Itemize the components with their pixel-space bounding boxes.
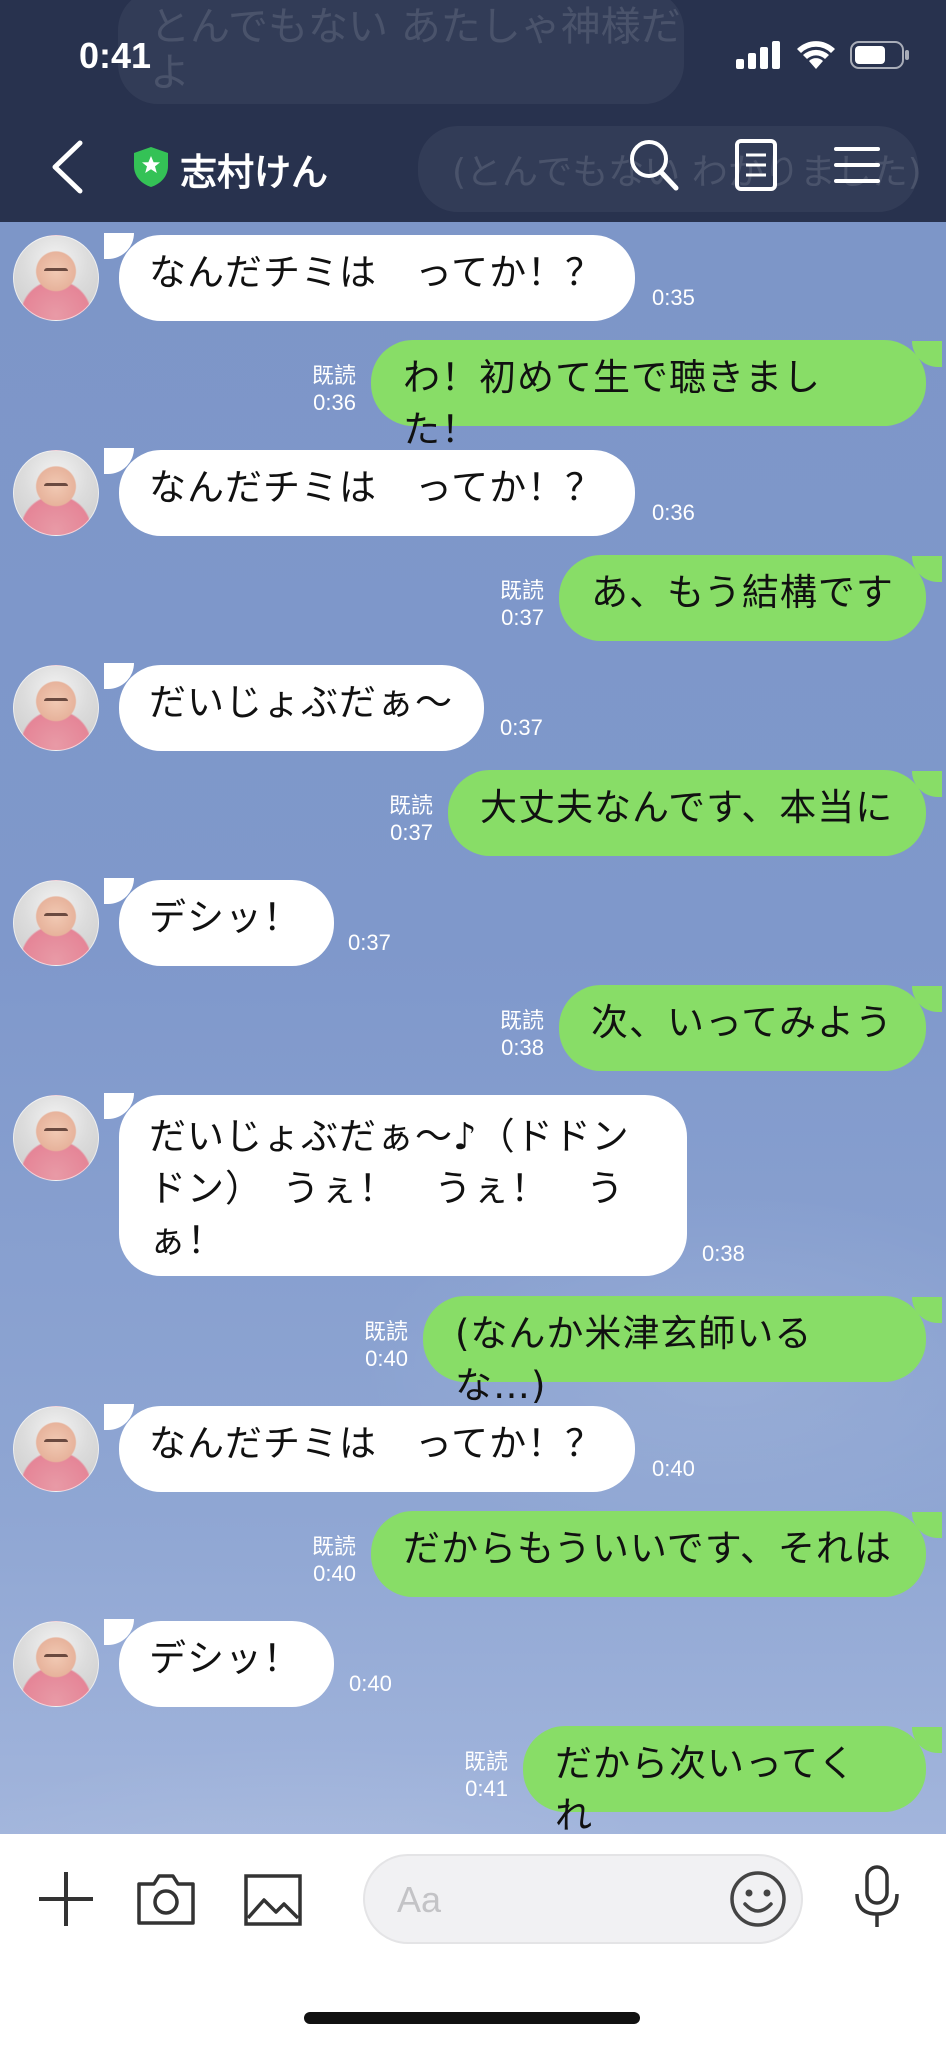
read-status: 既読 bbox=[499, 1008, 544, 1033]
message-bubble[interactable]: だいじょぶだぁ〜♪（ドドン ドン） うぇ！ うぇ！ う ぁ！ bbox=[119, 1095, 687, 1276]
input-bar bbox=[0, 1834, 946, 2048]
ghost-text: とんでもない あたしゃ神様だ bbox=[150, 4, 681, 50]
message-time: 0:37 bbox=[500, 715, 543, 740]
message-bubble[interactable]: デシッ！ bbox=[119, 1621, 334, 1707]
avatar[interactable] bbox=[13, 1095, 99, 1181]
battery-icon bbox=[850, 41, 909, 69]
message-bubble[interactable]: (なんか米津玄師いるな…) bbox=[423, 1296, 926, 1407]
chat-title[interactable]: 志村けん bbox=[180, 142, 328, 196]
message-time: 0:37 bbox=[348, 930, 391, 955]
status-time: 0:41 bbox=[79, 35, 152, 76]
message-line: だいじょぶだぁ〜♪（ドドン bbox=[149, 1115, 630, 1158]
message-input-box[interactable] bbox=[363, 1854, 803, 1944]
message-line: ドン） うぇ！ うぇ！ う bbox=[149, 1167, 625, 1210]
message-time: 0:40 bbox=[652, 1456, 695, 1481]
message-time: 0:37 bbox=[501, 605, 544, 630]
menu-icon[interactable] bbox=[834, 146, 880, 184]
message-time: 0:40 bbox=[365, 1346, 408, 1371]
emoji-icon[interactable] bbox=[729, 1870, 787, 1928]
message-time: 0:38 bbox=[501, 1035, 544, 1060]
search-icon[interactable] bbox=[628, 138, 680, 192]
message-line: ぁ！ bbox=[149, 1219, 225, 1262]
read-status: 既読 bbox=[311, 1534, 356, 1559]
read-status: 既読 bbox=[311, 363, 356, 388]
message-bubble[interactable]: あ、もう結構です bbox=[559, 555, 926, 641]
avatar[interactable] bbox=[13, 880, 99, 966]
read-status: 既読 bbox=[388, 793, 433, 818]
plus-icon[interactable] bbox=[37, 1870, 95, 1928]
message-bubble[interactable]: 次、いってみよう bbox=[559, 985, 926, 1071]
message-time: 0:35 bbox=[652, 285, 695, 310]
message-bubble[interactable]: なんだチミは ってか！？ bbox=[119, 450, 635, 536]
message-time: 0:40 bbox=[313, 1561, 356, 1586]
header: とんでもない あたしゃ神様だ よ (とんでもない わかりました) 0:41 志村… bbox=[0, 0, 946, 222]
message-bubble[interactable]: だいじょぶだぁ〜 bbox=[119, 665, 484, 751]
message-time: 0:38 bbox=[702, 1241, 745, 1266]
read-status: 既読 bbox=[499, 578, 544, 603]
read-status: 既読 bbox=[363, 1319, 408, 1344]
home-indicator bbox=[304, 2012, 640, 2024]
wifi-icon bbox=[797, 41, 835, 69]
image-icon[interactable] bbox=[244, 1874, 302, 1926]
notes-icon[interactable] bbox=[734, 138, 778, 192]
camera-icon[interactable] bbox=[136, 1872, 196, 1926]
avatar[interactable] bbox=[13, 665, 99, 751]
message-bubble[interactable]: なんだチミは ってか！？ bbox=[119, 235, 635, 321]
status-icons bbox=[736, 40, 910, 70]
message-bubble[interactable]: 大丈夫なんです、本当に bbox=[448, 770, 926, 856]
message-bubble[interactable]: デシッ！ bbox=[119, 880, 334, 966]
message-time: 0:40 bbox=[349, 1671, 392, 1696]
message-input[interactable] bbox=[395, 1874, 699, 1926]
verified-shield-icon bbox=[134, 147, 168, 187]
avatar[interactable] bbox=[13, 235, 99, 321]
avatar[interactable] bbox=[13, 450, 99, 536]
message-bubble[interactable]: だから次いってくれ bbox=[523, 1726, 926, 1837]
message-bubble[interactable]: なんだチミは ってか！？ bbox=[119, 1406, 635, 1492]
message-time: 0:36 bbox=[313, 390, 356, 415]
message-time: 0:36 bbox=[652, 500, 695, 525]
chevron-left-icon[interactable] bbox=[50, 140, 84, 194]
message-bubble[interactable]: だからもういいです、それは bbox=[371, 1511, 926, 1597]
avatar[interactable] bbox=[13, 1621, 99, 1707]
message-bubble[interactable]: わ！初めて生で聴きました！ bbox=[371, 340, 926, 451]
read-status: 既読 bbox=[463, 1749, 508, 1774]
ghost-text: よ bbox=[150, 50, 190, 96]
microphone-icon[interactable] bbox=[852, 1864, 902, 1930]
message-time: 0:41 bbox=[465, 1776, 508, 1801]
signal-icon bbox=[736, 41, 780, 69]
message-time: 0:37 bbox=[390, 820, 433, 845]
avatar[interactable] bbox=[13, 1406, 99, 1492]
